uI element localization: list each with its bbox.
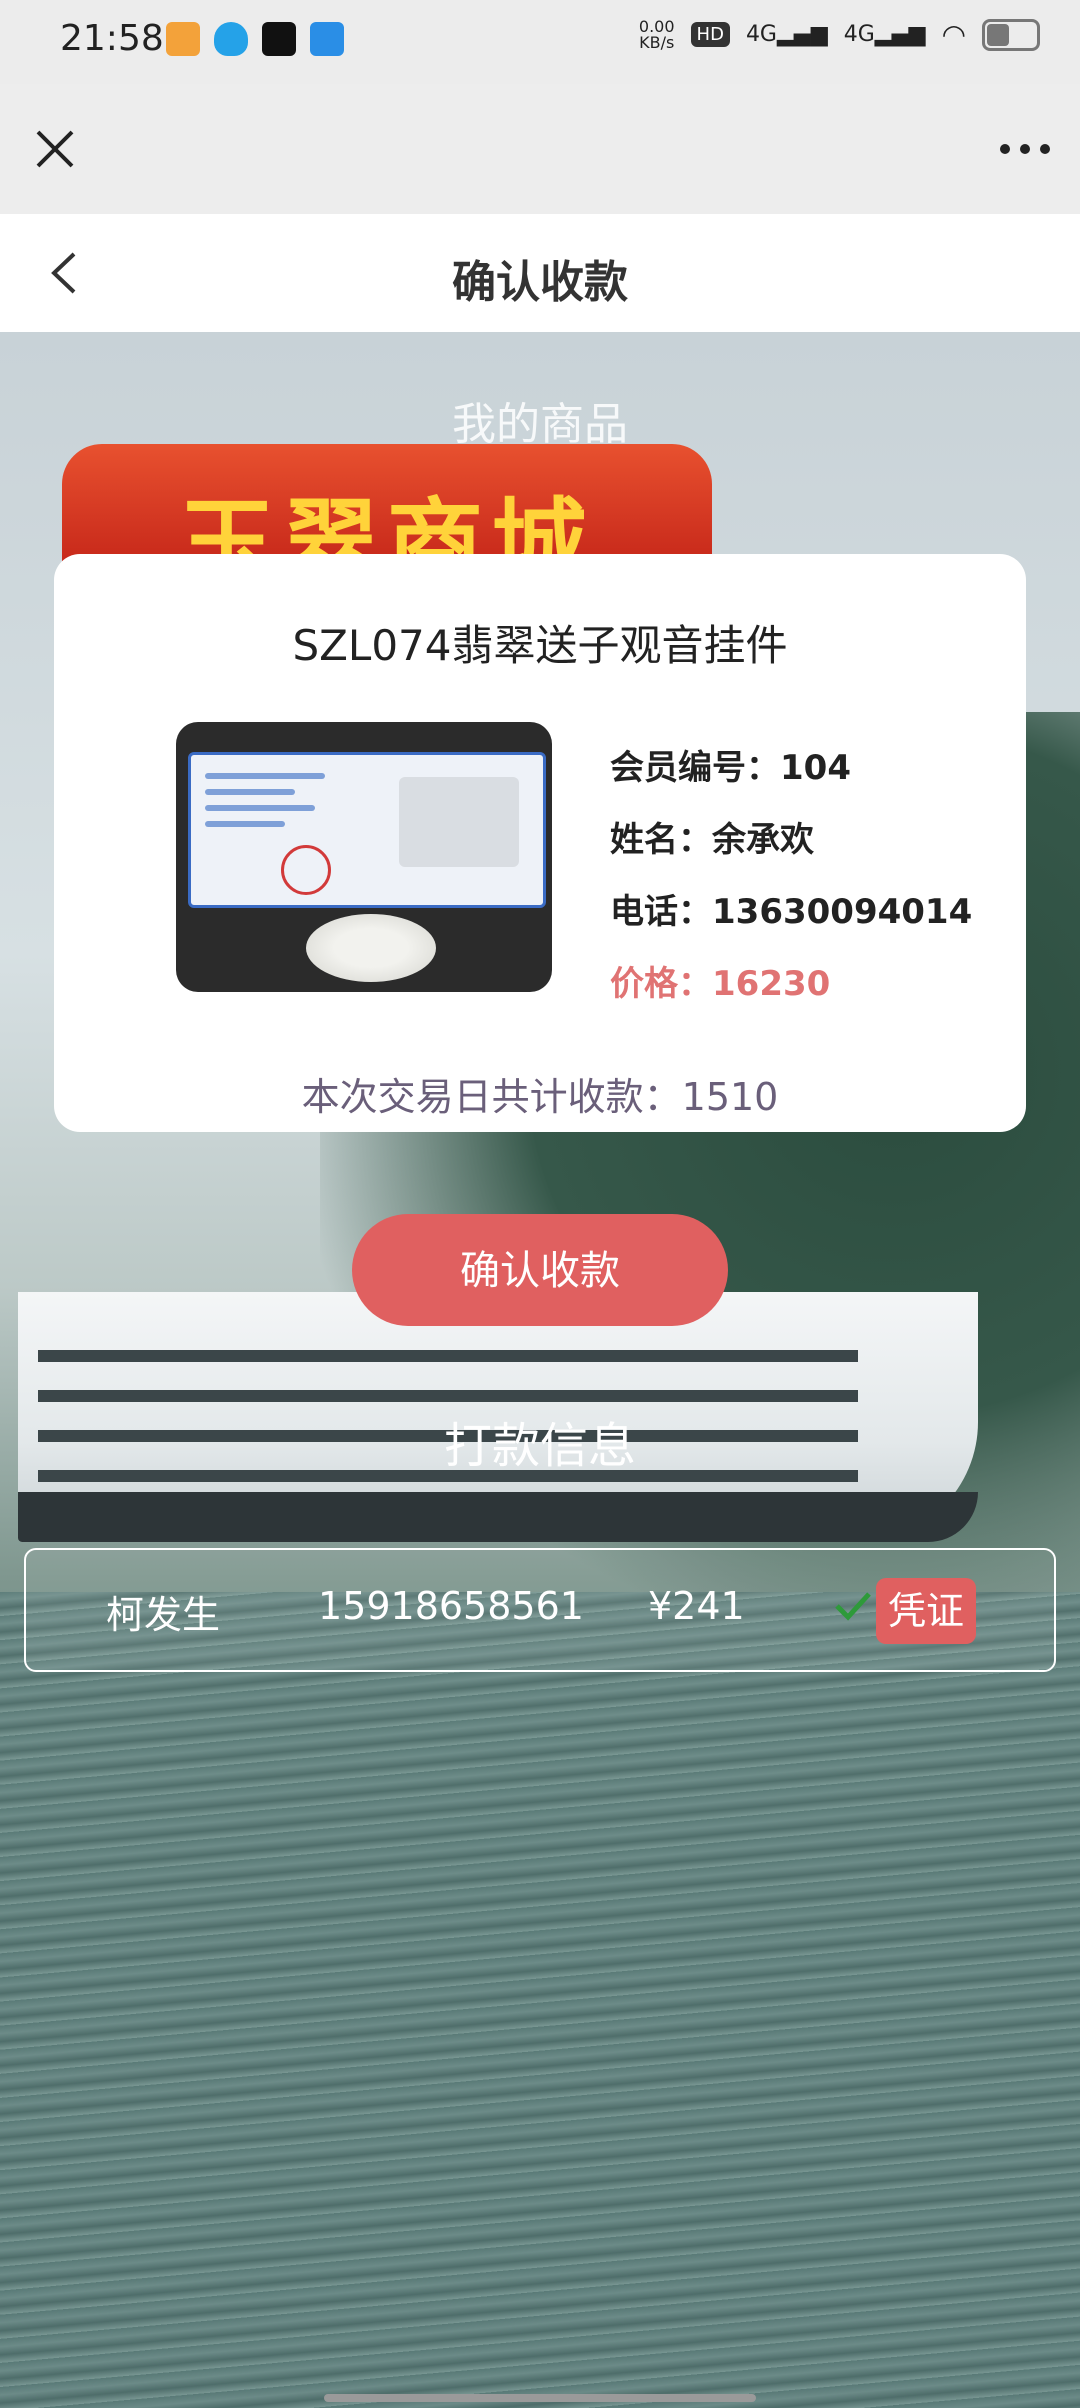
app-p-icon [262, 22, 296, 56]
status-app-icons [166, 22, 344, 56]
background-water [0, 1592, 1080, 2408]
product-name: SZL074翡翠送子观音挂件 [292, 621, 788, 670]
status-bar: 21:58 0.00 KB/s HD 4G▂▄▆ 4G▂▄▆ ◠ [0, 0, 1080, 84]
more-icon[interactable] [1000, 144, 1050, 154]
status-time: 21:58 [60, 18, 164, 59]
close-icon[interactable] [32, 126, 78, 172]
confirm-payment-button[interactable]: 确认收款 [352, 1214, 728, 1326]
signal-label-2: 4G [843, 22, 875, 47]
app-blue-icon [310, 22, 344, 56]
battery-icon [982, 18, 1040, 51]
shop-banner: 玉翠商城 [62, 444, 712, 564]
member-id: 会员编号：104 [610, 748, 851, 788]
daily-total: 本次交易日共计收款：1510 [301, 1075, 779, 1119]
certificate-image [188, 752, 546, 908]
pendant-image [306, 914, 436, 982]
check-icon [835, 1592, 871, 1621]
signal-label-1: 4G [745, 22, 777, 47]
qq-icon [214, 22, 248, 56]
product-card: SZL074翡翠送子观音挂件 会员编号：104 姓名：余承欢 电话：136300… [54, 554, 1026, 1132]
app-notification-icon [166, 22, 200, 56]
member-name: 姓名：余承欢 [610, 820, 814, 860]
signal-icon-2: 4G▂▄▆ [843, 22, 926, 47]
signal-icon-1: 4G▂▄▆ [745, 22, 828, 47]
voucher-button[interactable]: 凭证 [876, 1578, 976, 1644]
wifi-icon: ◠ [941, 18, 966, 51]
member-phone: 电话：13630094014 [610, 892, 973, 932]
payment-row: 柯发生 15918658561 ¥241 凭证 [24, 1548, 1056, 1672]
net-speed-unit: KB/s [639, 32, 675, 52]
page-title: 确认收款 [452, 257, 628, 308]
page-header: 确认收款 [0, 214, 1080, 332]
hd-icon: HD [690, 22, 730, 47]
payer-name: 柯发生 [106, 1593, 221, 1637]
browser-toolbar [0, 84, 1080, 214]
net-speed: 0.00 KB/s [639, 18, 675, 52]
payment-amount: ¥241 [648, 1584, 745, 1628]
payment-info-title: 打款信息 [443, 1418, 636, 1474]
status-indicators: 0.00 KB/s HD 4G▂▄▆ 4G▂▄▆ ◠ [639, 18, 1040, 51]
product-image[interactable] [176, 722, 552, 992]
payer-phone: 15918658561 [318, 1584, 584, 1628]
product-price: 价格：16230 [610, 964, 831, 1004]
shop-banner-text: 玉翠商城 [179, 488, 595, 564]
my-products-title: 我的商品 [452, 399, 628, 450]
home-indicator[interactable] [324, 2394, 756, 2402]
member-info: 会员编号：104 姓名：余承欢 电话：13630094014 价格：16230 [610, 732, 972, 1020]
